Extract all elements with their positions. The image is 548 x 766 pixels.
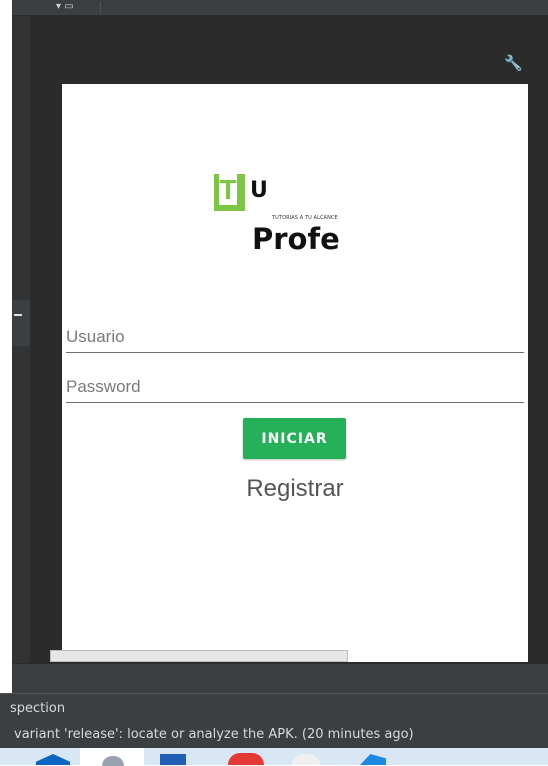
taskbar-app-icon[interactable] [292,754,320,765]
toolbar-separator [100,2,101,13]
taskbar-app-icon[interactable] [80,748,144,766]
taskbar-app-icon[interactable] [360,754,386,765]
taskbar-app-icon[interactable] [36,754,70,765]
taskbar-app-icon[interactable] [160,754,186,765]
horizontal-scrollbar[interactable] [50,650,348,662]
password-field [66,372,524,403]
taskbar-app-icon[interactable] [228,753,264,765]
device-dropdown-icon[interactable]: ▾ ▭ [56,1,74,12]
username-input[interactable] [66,322,524,352]
register-link[interactable]: Registrar [62,475,528,503]
inspection-label[interactable]: spection [10,701,65,716]
os-taskbar [0,748,548,766]
status-bar: variant 'release': locate or analyze the… [0,722,548,748]
device-preview: T U TUTORIAS A TU ALCANCE Profe INICIAR … [62,84,528,662]
inspection-bar: spection [0,693,548,722]
wrench-icon[interactable]: 🔧 [504,54,523,72]
username-field [66,322,524,353]
status-message[interactable]: variant 'release': locate or analyze the… [14,727,414,742]
logo-letter-u: U [250,178,268,203]
password-input[interactable] [66,372,524,402]
logo-wordmark: Profe [252,222,340,256]
logo-tagline: TUTORIAS A TU ALCANCE [272,215,338,221]
ide-window: ▾ ▭ 🔧 T U TUTORIAS A TU ALCANCE Profe IN… [0,0,548,766]
collapse-marker-icon[interactable] [12,300,30,346]
tuprofe-logo: T U TUTORIAS A TU ALCANCE Profe [214,174,364,264]
designer-toolbar: ▾ ▭ [12,0,548,16]
login-button[interactable]: INICIAR [243,418,346,459]
logo-letter-t: T [219,174,237,205]
bottom-tool-panel [12,663,548,694]
left-window-edge [0,0,12,765]
